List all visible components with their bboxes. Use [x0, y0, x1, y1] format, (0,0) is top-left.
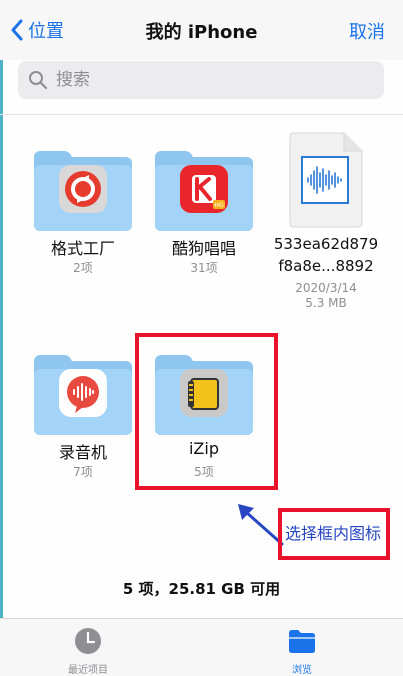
highlight-box [135, 333, 278, 490]
file-name-line1: 533ea62d879 [273, 235, 379, 253]
cancel-button[interactable]: 取消 [349, 18, 385, 44]
kugou-changchang-icon: HG [180, 165, 228, 213]
folder-icon: HG [155, 151, 253, 231]
format-factory-icon [59, 165, 107, 213]
item-count: 2项 [73, 261, 93, 275]
tab-browse-label: 浏览 [292, 665, 312, 676]
annotation-text: 选择框内图标 [285, 524, 382, 543]
svg-text:HG: HG [214, 202, 224, 209]
folder-item-recorder[interactable]: 录音机 7项 [22, 355, 144, 485]
file-item-audio[interactable]: 533ea62d879 f8a8e...8892 2020/3/14 5.3 M… [265, 131, 387, 311]
recorder-icon [59, 369, 107, 417]
folder-icon [34, 151, 132, 231]
folder-icon [34, 355, 132, 435]
tab-recents-label: 最近项目 [68, 665, 108, 676]
search-icon [29, 71, 48, 90]
clock-icon [75, 628, 101, 654]
item-name: 酷狗唱唱 [171, 239, 236, 258]
audio-file-icon [288, 131, 364, 229]
folder-item-kugou-changchang[interactable]: HG 酷狗唱唱 31项 [143, 151, 265, 281]
tab-browse[interactable]: 浏览 [247, 627, 357, 676]
file-name-line2: f8a8e...8892 [278, 257, 374, 275]
navigation-bar: 位置 我的 iPhone 取消 [0, 0, 403, 60]
file-size: 5.3 MB [305, 296, 347, 310]
storage-info: 5 项，25.81 GB 可用 [122, 580, 281, 598]
item-name: 录音机 [58, 443, 107, 462]
background-app-edge [0, 0, 3, 675]
search-bar[interactable] [18, 61, 384, 99]
item-count: 31项 [190, 261, 218, 275]
item-count: 7项 [73, 465, 93, 479]
file-date: 2020/3/14 [295, 281, 357, 295]
search-input[interactable] [56, 61, 356, 99]
tab-recents[interactable]: 最近项目 [33, 627, 143, 676]
item-name: 格式工厂 [50, 239, 115, 258]
divider [0, 114, 403, 115]
folder-item-format-factory[interactable]: 格式工厂 2项 [22, 151, 144, 281]
page-title: 我的 iPhone [145, 22, 258, 43]
tab-bar: 最近项目 浏览 [0, 618, 403, 676]
folder-icon [289, 630, 315, 653]
